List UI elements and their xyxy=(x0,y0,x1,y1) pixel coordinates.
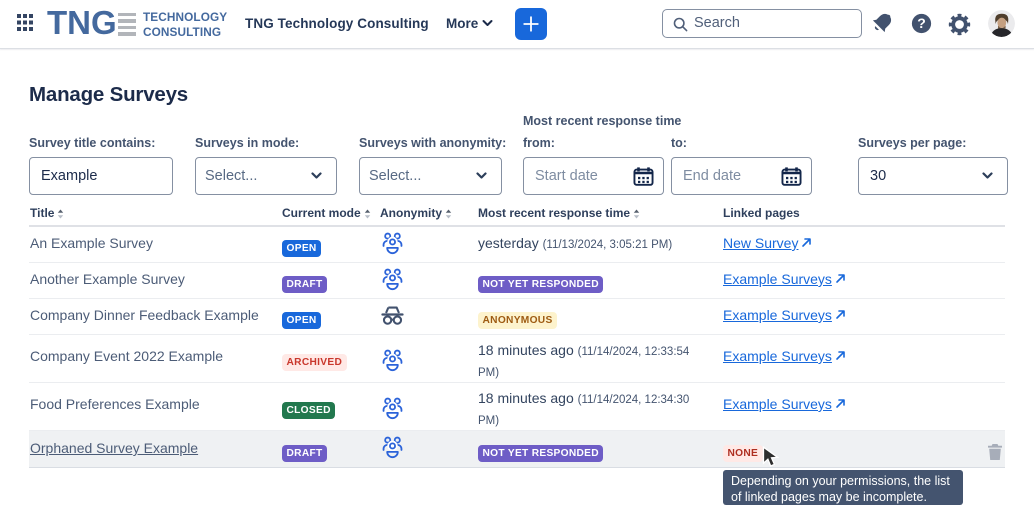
svg-text:?: ? xyxy=(917,15,926,31)
